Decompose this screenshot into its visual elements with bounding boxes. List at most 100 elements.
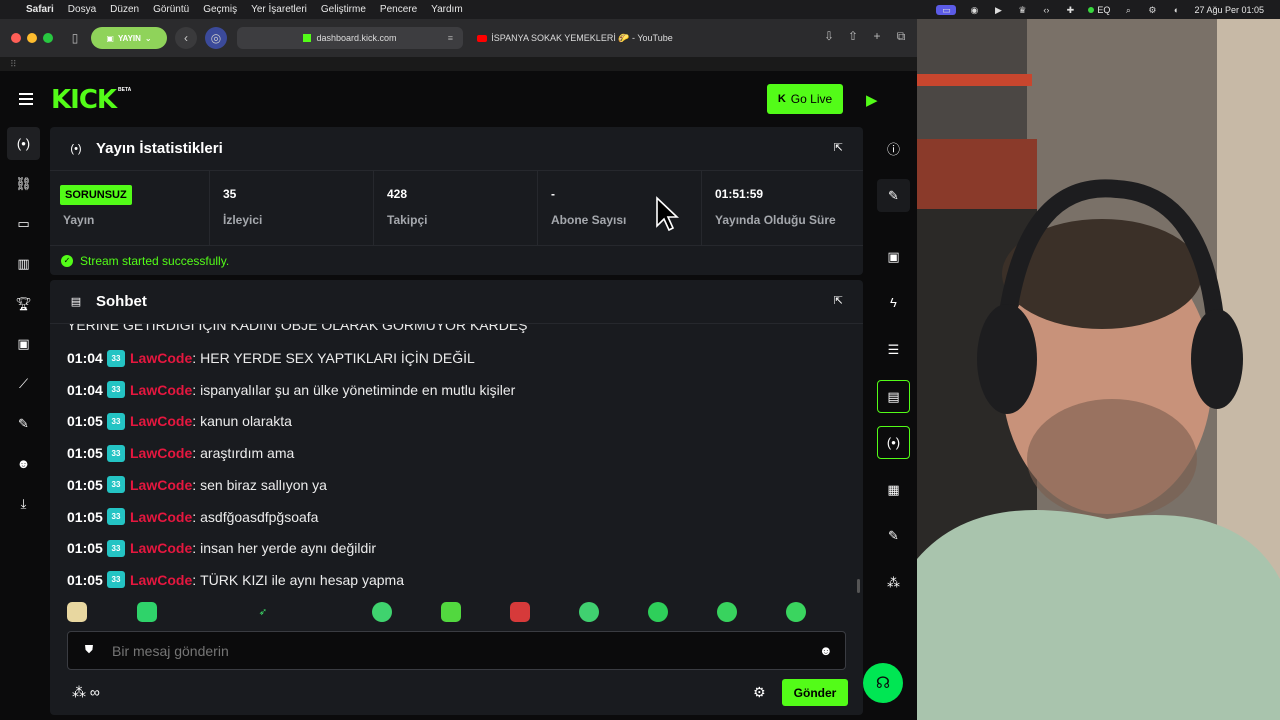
- obs-icon[interactable]: ◉: [968, 5, 980, 15]
- chat-messages[interactable]: YERİNE GETİRDİĞİ İÇİN KADINI OBJE OLARAK…: [50, 323, 863, 593]
- plus-icon[interactable]: ✚: [1064, 5, 1076, 15]
- control-center-icon[interactable]: ⚙: [1146, 5, 1158, 15]
- sidebar-item-link-icon[interactable]: ⛓: [7, 167, 40, 200]
- lightning-icon[interactable]: ϟ: [877, 286, 910, 319]
- streamer-avatar-icon[interactable]: ▶: [866, 91, 882, 109]
- menu-help[interactable]: Yardım: [431, 4, 463, 15]
- close-window-button[interactable]: [11, 33, 21, 43]
- share-icon[interactable]: ⇧: [847, 29, 859, 44]
- minimize-window-button[interactable]: [27, 33, 37, 43]
- screen-share-icon[interactable]: ▭: [936, 4, 957, 15]
- menu-safari[interactable]: Safari: [26, 4, 54, 15]
- sidebar-item-tools-icon[interactable]: ✎: [7, 407, 40, 440]
- tab-overview-icon[interactable]: ⧉: [895, 29, 907, 44]
- emote-cat-icon[interactable]: [137, 602, 157, 622]
- emote-glasses-icon[interactable]: [579, 602, 599, 622]
- new-tab-icon[interactable]: +: [871, 29, 883, 44]
- sidebar-item-stream-icon[interactable]: (•): [7, 127, 40, 160]
- popout-icon[interactable]: ⇱: [834, 141, 843, 154]
- sidebar-item-video-icon[interactable]: ▣: [7, 327, 40, 360]
- popout-icon[interactable]: ⇱: [834, 294, 843, 307]
- menu-history[interactable]: Geçmiş: [203, 4, 237, 15]
- chat-message[interactable]: 01:05 33 LawCode: TÜRK KIZI ile aynı hesap …: [67, 570, 404, 590]
- search-icon[interactable]: ⌕: [1122, 5, 1134, 15]
- menu-view[interactable]: Görüntü: [153, 4, 189, 15]
- menu-edit[interactable]: Düzen: [110, 4, 139, 15]
- kick-logo[interactable]: KICK: [51, 85, 117, 115]
- sidebar-item-upload-icon[interactable]: ⤓: [7, 487, 40, 520]
- emote-cup-icon[interactable]: [441, 602, 461, 622]
- sidebar-item-analytics-icon[interactable]: ⟋: [7, 367, 40, 400]
- emote-eyes-icon[interactable]: [372, 602, 392, 622]
- emote-face-icon[interactable]: [67, 602, 87, 622]
- chat-message[interactable]: 01:04 33 LawCode: ispanyalılar şu an ülke y…: [67, 380, 515, 400]
- message-time: 01:05: [67, 476, 103, 493]
- headset-support-icon[interactable]: ☊: [863, 663, 903, 703]
- edit-icon[interactable]: ✎: [877, 179, 910, 212]
- extension-icon[interactable]: ◎: [205, 27, 227, 49]
- chat-toggle-icon[interactable]: ▤: [877, 380, 910, 413]
- media-icon[interactable]: ▣: [877, 240, 910, 273]
- play-icon[interactable]: ▶: [992, 5, 1004, 15]
- chat-tools[interactable]: ⁂ ∞: [72, 684, 100, 701]
- tab-grid-strip: ⠿: [0, 57, 917, 71]
- chat-message[interactable]: 01:05 33 LawCode: insan her yerde aynı deği…: [67, 538, 376, 558]
- sidebar-item-trophy-icon[interactable]: 🏆︎: [7, 287, 40, 320]
- gear-icon[interactable]: ⚙: [753, 684, 766, 701]
- menu-develop[interactable]: Geliştirme: [321, 4, 366, 15]
- chevron-down-icon: ⌄: [144, 33, 152, 43]
- siri-icon[interactable]: ◐: [1170, 5, 1182, 15]
- sidebar-toggle-icon[interactable]: ▯: [67, 31, 83, 45]
- emote-grin-icon[interactable]: [717, 602, 737, 622]
- nvidia-icon[interactable]: ♛: [1016, 5, 1028, 15]
- message-username[interactable]: LawCode: [130, 413, 192, 429]
- chat-message[interactable]: 01:05 33 LawCode: asdfğoasdfpğsoafa: [67, 507, 318, 527]
- menu-window[interactable]: Pencere: [380, 4, 417, 15]
- grid-icon[interactable]: ⠿: [10, 59, 17, 70]
- tab-kick-dashboard[interactable]: dashboard.kick.com ≡: [237, 27, 463, 49]
- message-username[interactable]: LawCode: [130, 572, 192, 588]
- emote-happy-icon[interactable]: [786, 602, 806, 622]
- chat-message[interactable]: 01:05 33 LawCode: sen biraz sallıyon ya: [67, 475, 327, 495]
- menu-icon[interactable]: [19, 93, 33, 105]
- layout-icon[interactable]: ▦: [877, 473, 910, 506]
- stat-value: -: [551, 187, 555, 201]
- wrench-icon[interactable]: ✎: [877, 519, 910, 552]
- chat-message[interactable]: 01:05 33 LawCode: kanun olarakta: [67, 411, 292, 431]
- shield-icon[interactable]: ⛊: [82, 644, 96, 658]
- message-username[interactable]: LawCode: [130, 540, 192, 556]
- chat-message-input[interactable]: [112, 642, 792, 659]
- emote-smile-icon[interactable]: [648, 602, 668, 622]
- send-button[interactable]: Gönder: [782, 679, 848, 706]
- download-icon[interactable]: ⇩: [823, 29, 835, 44]
- sidebar-item-users-icon[interactable]: ☻: [7, 447, 40, 480]
- emote-angry-icon[interactable]: [510, 602, 530, 622]
- go-live-button[interactable]: K Go Live: [767, 84, 843, 114]
- chat-scrollbar[interactable]: [857, 579, 860, 593]
- list-icon[interactable]: ☰: [877, 333, 910, 366]
- message-username[interactable]: LawCode: [130, 382, 192, 398]
- stream-toggle-icon[interactable]: (•): [877, 426, 910, 459]
- eq-indicator[interactable]: EQ: [1088, 5, 1110, 15]
- chat-message[interactable]: 01:04 33 LawCode: HER YERDE SEX YAPTIKLARI …: [67, 348, 475, 368]
- menu-file[interactable]: Dosya: [68, 4, 96, 15]
- message-username[interactable]: LawCode: [130, 477, 192, 493]
- back-button[interactable]: ‹: [175, 27, 197, 49]
- sidebar-item-stats-icon[interactable]: ▥: [7, 247, 40, 280]
- chat-message[interactable]: 01:05 33 LawCode: araştırdım ama: [67, 443, 294, 463]
- menubar-datetime[interactable]: 27 Ağu Per 01:05: [1194, 5, 1264, 15]
- menu-bookmarks[interactable]: Yer İşaretleri: [251, 4, 307, 15]
- reader-icon[interactable]: ≡: [448, 33, 453, 43]
- profile-switcher[interactable]: ▣ YAYIN ⌄: [91, 27, 167, 49]
- apps-icon[interactable]: ⁂: [877, 566, 910, 599]
- emote-rocket-icon[interactable]: ➶: [253, 602, 273, 622]
- message-username[interactable]: LawCode: [130, 350, 192, 366]
- message-username[interactable]: LawCode: [130, 509, 192, 525]
- message-username[interactable]: LawCode: [130, 445, 192, 461]
- sidebar-item-window-icon[interactable]: ▭: [7, 207, 40, 240]
- tab-youtube[interactable]: İSPANYA SOKAK YEMEKLERİ 🌮 - YouTube: [470, 27, 680, 49]
- emoji-picker-icon[interactable]: ☻: [819, 643, 833, 658]
- info-icon[interactable]: ⓘ: [877, 132, 910, 165]
- zoom-window-button[interactable]: [43, 33, 53, 43]
- code-icon[interactable]: ‹›: [1040, 5, 1052, 15]
